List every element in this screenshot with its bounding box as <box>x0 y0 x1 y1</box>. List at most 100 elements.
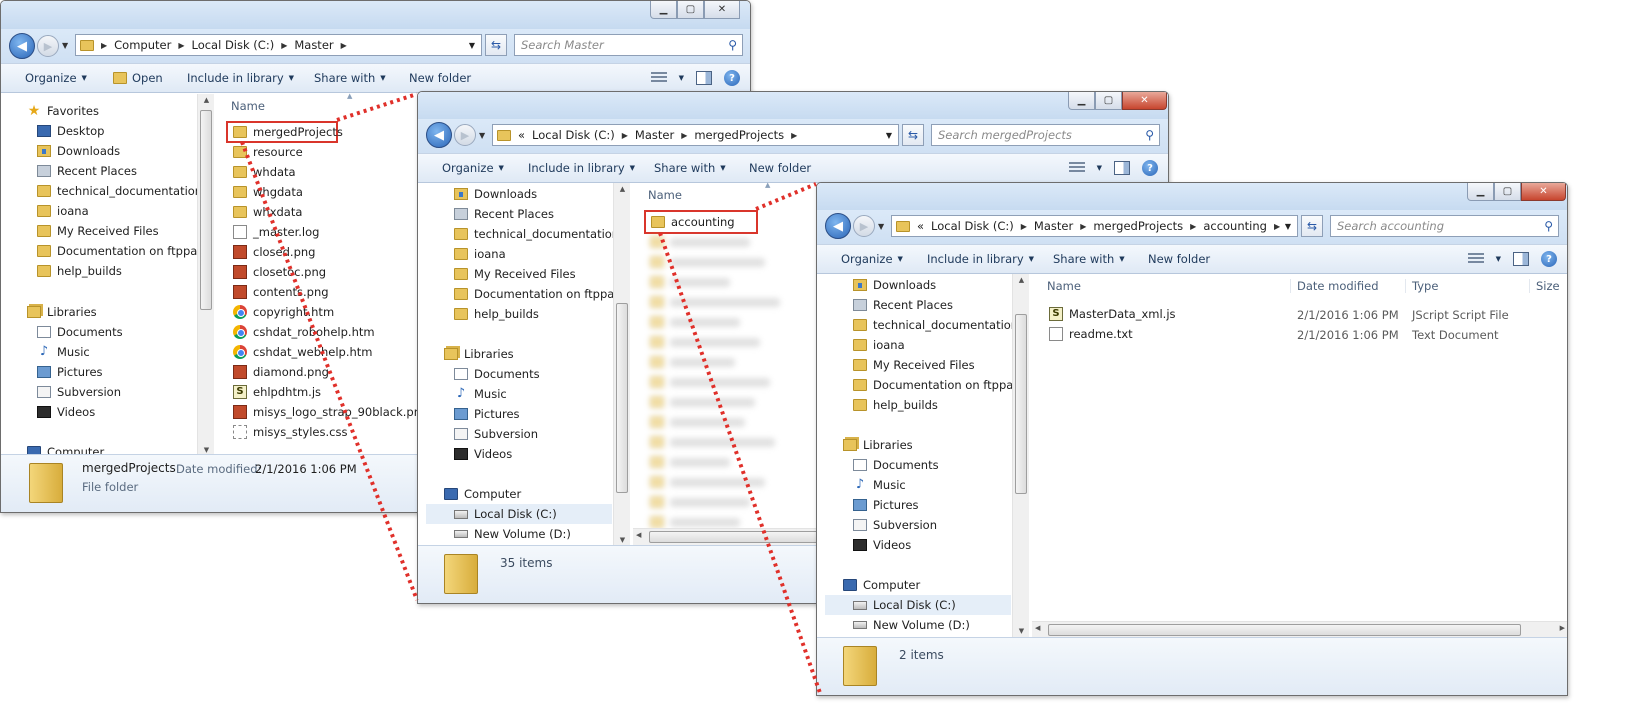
recent-pages-dropdown-icon[interactable]: ▼ <box>878 222 884 231</box>
chevron-right-icon[interactable]: ▶ <box>1080 222 1086 231</box>
new-folder-button[interactable]: New folder <box>409 71 471 85</box>
nav-libraries[interactable]: Libraries <box>444 344 514 364</box>
scroll-right-icon[interactable]: ▶ <box>1560 624 1565 632</box>
address-dropdown-icon[interactable]: ▼ <box>886 131 892 140</box>
chevron-right-icon[interactable]: ▶ <box>1190 222 1196 231</box>
nav-item[interactable]: Recent Places <box>454 204 554 224</box>
nav-item[interactable]: ♪ Music <box>37 342 90 362</box>
help-icon[interactable]: ? <box>1142 160 1158 176</box>
scroll-up-icon[interactable]: ▲ <box>198 96 215 104</box>
scroll-up-icon[interactable]: ▲ <box>614 185 631 193</box>
nav-item[interactable]: ♪ Music <box>454 384 507 404</box>
nav-item[interactable]: help_builds <box>853 395 938 415</box>
back-button[interactable]: ◀ <box>426 122 452 148</box>
include-in-library-button[interactable]: Include in library ▼ <box>528 161 635 175</box>
chevron-right-icon[interactable]: ▶ <box>791 131 797 140</box>
nav-item[interactable]: technical_documentation <box>454 224 619 244</box>
file-item[interactable]: misys_logo_strap_90black.png <box>233 402 428 422</box>
scrollbar-thumb[interactable] <box>616 303 628 493</box>
nav-item[interactable]: technical_documentation <box>853 315 1018 335</box>
nav-item[interactable]: help_builds <box>454 304 539 324</box>
column-header-type[interactable]: Type <box>1405 279 1438 293</box>
nav-favorites[interactable]: ★ Favorites <box>27 101 99 121</box>
chevron-right-icon[interactable]: ▶ <box>681 131 687 140</box>
change-view-icon[interactable] <box>1467 253 1484 265</box>
share-with-button[interactable]: Share with ▼ <box>1053 252 1125 266</box>
breadcrumb-overflow[interactable]: « <box>917 219 924 233</box>
nav-item[interactable]: Downloads <box>37 141 120 161</box>
chevron-right-icon[interactable]: ▶ <box>622 131 628 140</box>
chevron-right-icon[interactable]: ▶ <box>178 41 184 50</box>
maximize-button[interactable]: ▢ <box>677 1 704 19</box>
breadcrumb-item[interactable]: Local Disk (C:) <box>931 219 1014 233</box>
column-header-size[interactable]: Size <box>1529 279 1560 293</box>
change-view-icon[interactable] <box>1068 162 1085 174</box>
refresh-button[interactable]: ⇆ <box>1301 215 1323 237</box>
file-item[interactable]: cshdat_robohelp.htm <box>233 322 375 342</box>
nav-item[interactable]: ioana <box>853 335 905 355</box>
chevron-right-icon[interactable]: ▶ <box>1021 222 1027 231</box>
file-item[interactable]: whgdata <box>233 182 303 202</box>
breadcrumb-item[interactable]: mergedProjects <box>1093 219 1183 233</box>
nav-item[interactable]: Documents <box>853 455 939 475</box>
breadcrumb-overflow[interactable]: « <box>518 128 525 142</box>
nav-item[interactable]: ♪ Music <box>853 475 906 495</box>
address-dropdown-icon[interactable]: ▼ <box>469 41 475 50</box>
nav-computer[interactable]: Computer <box>444 484 521 504</box>
breadcrumb-item[interactable]: Local Disk (C:) <box>191 38 274 52</box>
search-input[interactable]: Search accounting ⚲ <box>1330 215 1559 237</box>
file-item[interactable]: whdata <box>233 162 296 182</box>
file-item[interactable]: S MasterData_xml.js <box>1049 304 1176 324</box>
nav-item[interactable]: Subversion <box>853 515 937 535</box>
nav-item[interactable]: Pictures <box>853 495 919 515</box>
file-item[interactable]: Sehlpdhtm.js <box>233 382 321 402</box>
preview-pane-icon[interactable] <box>1513 252 1529 266</box>
close-button[interactable]: ✕ <box>1521 183 1566 201</box>
address-bar[interactable]: « Local Disk (C:) ▶ Master ▶ mergedProje… <box>492 124 899 146</box>
nav-computer[interactable]: Computer <box>843 575 920 595</box>
share-with-button[interactable]: Share with ▼ <box>654 161 726 175</box>
nav-item[interactable]: Subversion <box>37 382 121 402</box>
chevron-right-icon[interactable]: ▶ <box>1274 222 1280 231</box>
back-button[interactable]: ◀ <box>9 33 35 59</box>
change-view-icon[interactable] <box>650 72 667 84</box>
refresh-button[interactable]: ⇆ <box>485 34 507 56</box>
nav-item[interactable]: ioana <box>37 201 89 221</box>
nav-item[interactable]: Pictures <box>454 404 520 424</box>
close-button[interactable]: ✕ <box>704 1 740 19</box>
nav-item[interactable]: Downloads <box>853 275 936 295</box>
forward-button[interactable]: ▶ <box>37 35 59 57</box>
column-header-name[interactable]: Name <box>1041 279 1081 293</box>
nav-scrollbar[interactable]: ▲ ▼ <box>613 183 630 546</box>
nav-item[interactable]: Pictures <box>37 362 103 382</box>
nav-item[interactable]: Videos <box>37 402 95 422</box>
search-icon[interactable]: ⚲ <box>728 38 737 52</box>
file-item[interactable]: misys_styles.css <box>233 422 347 442</box>
breadcrumb-item[interactable]: Master <box>294 38 333 52</box>
chevron-right-icon[interactable]: ▶ <box>101 41 107 50</box>
nav-item[interactable]: Documentation on ftppar1 <box>853 375 1025 395</box>
address-dropdown-icon[interactable]: ▼ <box>1285 222 1291 231</box>
nav-item[interactable]: My Received Files <box>853 355 975 375</box>
recent-pages-dropdown-icon[interactable]: ▼ <box>479 131 485 140</box>
file-item[interactable]: closetoc.png <box>233 262 326 282</box>
minimize-button[interactable]: ▁ <box>650 1 677 19</box>
file-item[interactable]: mergedProjects <box>233 122 343 142</box>
new-folder-button[interactable]: New folder <box>1148 252 1210 266</box>
nav-item[interactable]: Documentation on ftppar1 <box>37 241 209 261</box>
breadcrumb-item[interactable]: accounting <box>1203 219 1267 233</box>
view-dropdown-icon[interactable]: ▼ <box>1097 164 1102 172</box>
nav-item[interactable]: My Received Files <box>454 264 576 284</box>
nav-scrollbar[interactable]: ▲ ▼ <box>1012 274 1029 637</box>
minimize-button[interactable]: ▁ <box>1467 183 1494 201</box>
nav-item[interactable]: Desktop <box>37 121 104 141</box>
refresh-button[interactable]: ⇆ <box>902 124 924 146</box>
search-input[interactable]: Search mergedProjects ⚲ <box>931 124 1160 146</box>
file-item[interactable]: closed.png <box>233 242 315 262</box>
forward-button[interactable]: ▶ <box>454 124 476 146</box>
scroll-down-icon[interactable]: ▼ <box>1013 627 1030 635</box>
file-item[interactable]: readme.txt <box>1049 324 1133 344</box>
chevron-right-icon[interactable]: ▶ <box>281 41 287 50</box>
breadcrumb-item[interactable]: Computer <box>114 38 171 52</box>
view-dropdown-icon[interactable]: ▼ <box>1496 255 1501 263</box>
